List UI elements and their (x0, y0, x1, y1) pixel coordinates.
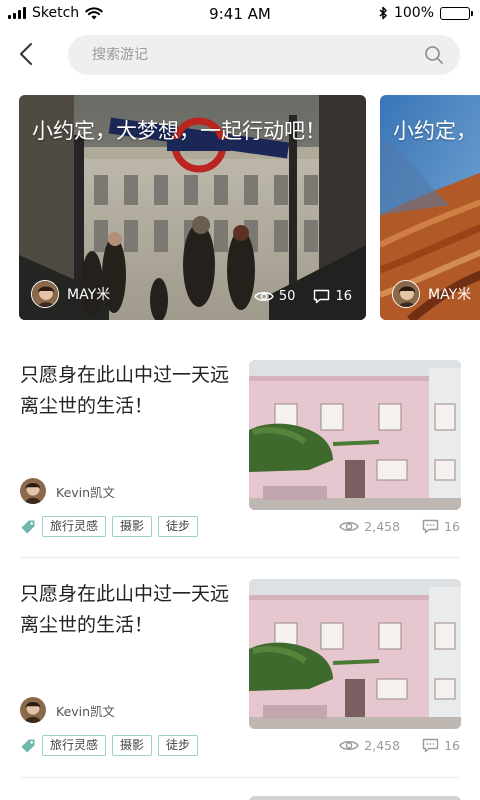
search-bar[interactable] (68, 35, 460, 75)
eye-icon (254, 292, 274, 301)
eye-icon (339, 741, 360, 750)
back-button[interactable] (10, 38, 42, 70)
article-author[interactable]: Kevin凯文 (20, 697, 115, 723)
tag[interactable]: 徒步 (158, 735, 199, 756)
author-name: MAY米 (428, 287, 472, 303)
avatar[interactable] (392, 280, 420, 308)
tag-list: 旅行灵感 摄影 徒步 (20, 516, 199, 537)
tag[interactable]: 旅行灵感 (42, 516, 107, 537)
views-count: 50 (278, 289, 296, 304)
comments-count: 16 (444, 519, 460, 534)
comments-stat: 16 (422, 519, 460, 534)
article-thumbnail-peek (249, 796, 461, 800)
avatar[interactable] (20, 478, 46, 504)
comments-count: 16 (444, 738, 460, 753)
banner-carousel[interactable]: 小约定，大梦想，一起行动吧！ MAY米 50 16 小约定， MAY米 (19, 95, 480, 320)
tag-icon (21, 739, 35, 752)
views-count: 2,458 (364, 738, 401, 753)
banner-stats: 50 16 (254, 289, 352, 304)
banner-card[interactable]: 小约定，大梦想，一起行动吧！ MAY米 50 16 (19, 95, 366, 320)
article-thumbnail[interactable] (249, 579, 461, 729)
comment-icon (422, 738, 439, 753)
tag[interactable]: 徒步 (158, 516, 199, 537)
views-stat: 2,458 (339, 519, 400, 534)
pink-house-photo (249, 579, 461, 729)
comments-stat: 16 (422, 738, 460, 753)
author-name: Kevin凯文 (56, 484, 116, 500)
search-input[interactable] (92, 35, 402, 75)
views-stat: 50 (254, 289, 296, 304)
avatar-image (20, 697, 46, 723)
comment-icon (422, 519, 439, 534)
article-title[interactable]: 只愿身在此山中过一天远离尘世的生活！ (20, 579, 242, 641)
banner-title: 小约定， (393, 119, 477, 143)
status-right: 100% (379, 5, 473, 21)
avatar-image (393, 281, 419, 307)
views-count: 2,458 (364, 519, 401, 534)
article-stats: 2,458 16 (339, 519, 460, 534)
banner-author[interactable]: MAY米 (31, 280, 110, 308)
banner-author[interactable]: MAY米 (392, 280, 471, 308)
tag[interactable]: 摄影 (112, 516, 153, 537)
chevron-left-icon (20, 43, 32, 65)
comments-count: 16 (335, 289, 352, 304)
pink-house-photo (249, 360, 461, 510)
tag[interactable]: 摄影 (112, 735, 153, 756)
avatar[interactable] (20, 697, 46, 723)
avatar[interactable] (31, 280, 59, 308)
battery-icon (440, 6, 473, 20)
battery-percent: 100% (393, 5, 434, 21)
author-name: Kevin凯文 (56, 703, 116, 719)
author-name: MAY米 (67, 287, 111, 303)
tag-list: 旅行灵感 摄影 徒步 (20, 735, 199, 756)
banner-card[interactable]: 小约定， MAY米 (380, 95, 480, 320)
article-thumbnail[interactable] (249, 360, 461, 510)
tag[interactable]: 旅行灵感 (42, 735, 107, 756)
views-stat: 2,458 (339, 738, 400, 753)
comments-stat: 16 (313, 289, 352, 304)
article-title[interactable]: 只愿身在此山中过一天远离尘世的生活！ (20, 360, 242, 422)
eye-icon (339, 522, 360, 531)
top-bar (0, 28, 480, 84)
article-card[interactable]: 只愿身在此山中过一天远离尘世的生活！ Kevin凯文 旅行灵感 摄影 徒步 2,… (0, 360, 480, 578)
divider (20, 777, 460, 778)
article-card[interactable]: 只愿身在此山中过一天远离尘世的生活！ Kevin凯文 旅行灵感 摄影 徒步 2,… (0, 579, 480, 797)
article-stats: 2,458 16 (339, 738, 460, 753)
status-bar: Sketch 9:41 AM 100% (0, 0, 480, 28)
tag-icon (21, 520, 35, 533)
avatar-image (32, 281, 58, 307)
comment-icon (314, 289, 330, 304)
banner-title: 小约定，大梦想，一起行动吧！ (32, 119, 326, 143)
article-author[interactable]: Kevin凯文 (20, 478, 115, 504)
avatar-image (20, 478, 46, 504)
divider (20, 557, 460, 558)
search-icon[interactable] (424, 45, 444, 65)
bluetooth-icon (379, 6, 387, 20)
